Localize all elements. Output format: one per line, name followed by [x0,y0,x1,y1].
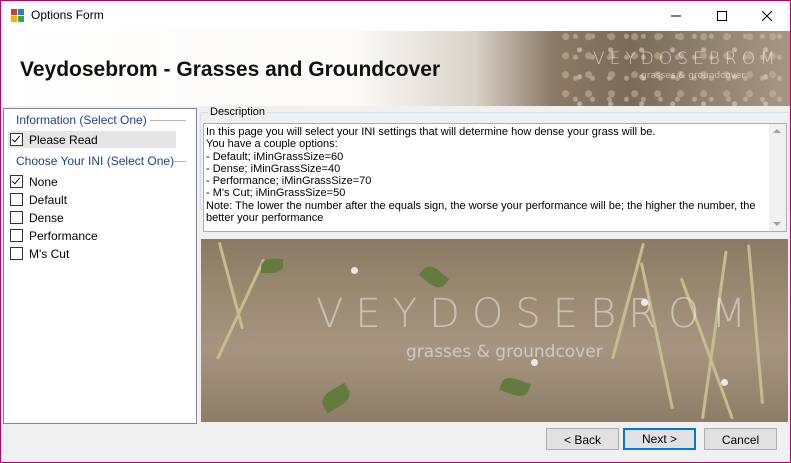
maximize-icon [717,11,727,21]
flower [351,267,358,274]
description-line: Note: The lower the number after the equ… [206,199,756,225]
option-please-read[interactable]: Please Read [8,131,176,148]
maximize-button[interactable] [699,1,745,31]
ini-section-header: Choose Your INI (Select One) [16,154,175,168]
dense-checkbox[interactable] [10,211,23,224]
next-button[interactable]: Next > [623,428,696,450]
close-icon [762,11,772,21]
description-textbox[interactable]: In this page you will select your INI se… [203,123,787,232]
header-banner: Veydosebrom - Grasses and Groundcover VE… [1,31,790,106]
leaf [318,382,354,414]
window-title: Options Form [31,8,104,22]
leaf [499,374,531,400]
banner-watermark-sub: grasses & groundcover [406,342,603,362]
please-read-checkbox[interactable] [10,133,23,146]
scroll-down-icon[interactable] [773,222,781,226]
default-checkbox[interactable] [10,193,23,206]
grass-blade [216,258,266,360]
option-none[interactable]: None [8,173,176,190]
minimize-icon [671,15,681,17]
description-line: - M's Cut; iMinGrassSize=50 [206,187,346,200]
option-label: Performance [29,228,98,243]
options-window: Options Form Veydosebrom - Grasses and G… [0,0,791,463]
option-label: Dense [29,210,64,225]
option-label: Default [29,192,68,207]
description-text: In this page you will select your INI se… [206,126,766,224]
minimize-button[interactable] [653,1,699,31]
title-bar[interactable]: Options Form [1,1,790,31]
app-icon [11,9,24,22]
close-button[interactable] [744,1,790,31]
info-section-header: Information (Select One) [16,113,147,127]
description-line: In this page you will select your INI se… [206,126,656,138]
leaf [418,262,450,292]
option-label: M's Cut [29,246,70,261]
header-watermark: VEYDOSEBROM [593,49,780,69]
section-divider [174,161,186,162]
description-legend: Description [208,106,268,118]
grass-preview-image: VEYDOSEBROM grasses & groundcover [201,239,788,422]
page-title: Veydosebrom - Grasses and Groundcover [20,58,441,81]
cancel-button[interactable]: Cancel [704,428,777,450]
ms-cut-checkbox[interactable] [10,247,23,260]
description-line: - Default; iMinGrassSize=60 [206,150,344,163]
scroll-up-icon[interactable] [773,129,781,133]
option-dense[interactable]: Dense [8,209,176,226]
banner-watermark: VEYDOSEBROM [316,291,758,337]
back-button[interactable]: < Back [546,428,619,450]
grass-blade [217,241,244,330]
leaf [261,259,283,273]
header-watermark-sub: grasses & groundcover [641,71,746,81]
option-label: Please Read [29,132,98,147]
option-performance[interactable]: Performance [8,227,176,244]
options-list-panel: Information (Select One) Please Read Cho… [3,108,197,424]
description-scrollbar[interactable] [769,124,786,231]
description-line: - Performance; iMinGrassSize=70 [206,175,372,188]
description-line: - Dense; iMinGrassSize=40 [206,162,341,175]
option-default[interactable]: Default [8,191,176,208]
none-checkbox[interactable] [10,175,23,188]
option-label: None [29,174,58,189]
description-line: You have a couple options: [206,138,338,151]
performance-checkbox[interactable] [10,229,23,242]
flower [721,379,728,386]
section-divider [150,120,186,121]
option-ms-cut[interactable]: M's Cut [8,245,176,262]
